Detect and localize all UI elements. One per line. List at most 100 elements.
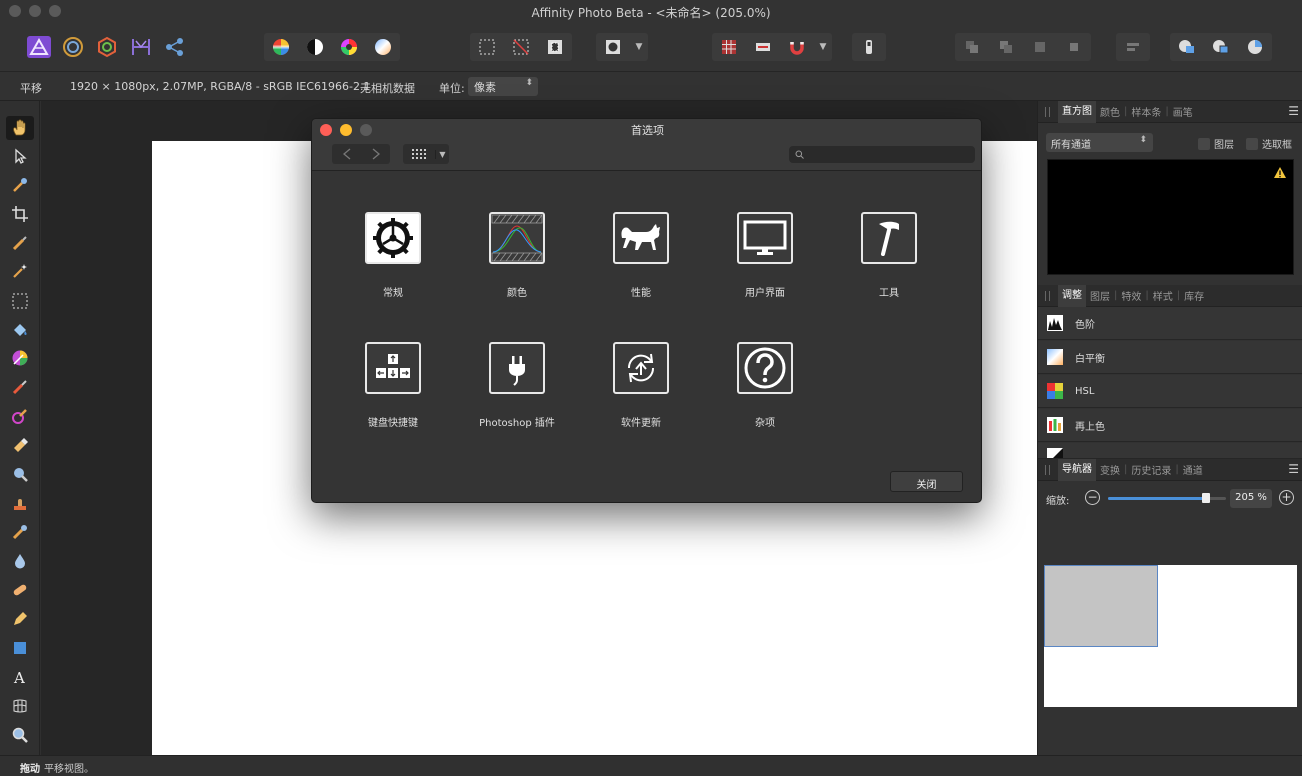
rectangle-tool[interactable] — [6, 636, 34, 660]
force-pixel-alignment-button[interactable] — [746, 33, 780, 61]
back-button[interactable] — [332, 144, 361, 164]
channel-select[interactable]: 所有通道 ⬍ — [1046, 133, 1153, 152]
navigator-view-rect[interactable] — [1044, 565, 1158, 647]
pref-software-update[interactable]: 软件更新 — [586, 342, 696, 429]
mesh-warp-tool[interactable] — [6, 694, 34, 718]
invert-selection-button[interactable] — [538, 33, 572, 61]
tab-history[interactable]: 历史记录 — [1127, 462, 1175, 477]
flood-fill-tool[interactable] — [6, 318, 34, 342]
navigator-preview[interactable] — [1044, 565, 1297, 707]
camera-info: 无相机数据 — [360, 82, 415, 95]
hsl-quick-button[interactable] — [332, 33, 366, 61]
blemish-removal-tool[interactable] — [6, 520, 34, 544]
pen-tool[interactable] — [6, 607, 34, 631]
zoom-slider[interactable] — [1108, 493, 1226, 503]
liquify-persona-button[interactable] — [56, 33, 90, 61]
blur-brush-tool[interactable] — [6, 549, 34, 573]
unit-select[interactable]: 像素 ⬍ — [468, 77, 538, 96]
move-tool[interactable] — [6, 144, 34, 168]
tab-swatches[interactable]: 样本条 — [1127, 104, 1165, 119]
pref-color[interactable]: 颜色 — [462, 212, 572, 299]
pref-general[interactable]: 常规 — [338, 212, 448, 299]
color-replacement-tool[interactable] — [6, 404, 34, 428]
tab-channels[interactable]: 通道 — [1179, 462, 1207, 477]
tab-effects[interactable]: 特效 — [1117, 288, 1145, 303]
pref-user-interface[interactable]: 用户界面 — [710, 212, 820, 299]
tab-transform[interactable]: 变换 — [1096, 462, 1124, 477]
add-shape-button[interactable] — [1170, 33, 1204, 61]
color-picker-tool[interactable] — [6, 173, 34, 197]
adjustment-item-hsl[interactable]: HSL — [1038, 375, 1302, 408]
quick-mask-button[interactable] — [596, 33, 630, 61]
tab-layers[interactable]: 图层 — [1086, 288, 1114, 303]
paint-brush-tool[interactable] — [6, 375, 34, 399]
zoom-tool[interactable] — [6, 723, 34, 747]
panel-grip-icon[interactable] — [1045, 107, 1050, 117]
adjustment-item-recolor[interactable]: 再上色 — [1038, 409, 1302, 442]
snapping-dropdown[interactable]: ▼ — [814, 33, 832, 61]
pref-keyboard-shortcuts[interactable]: 键盘快捷键 — [338, 342, 448, 429]
layer-checkbox[interactable]: 图层 — [1198, 136, 1234, 151]
clone-tool[interactable] — [6, 491, 34, 515]
gradient-tool[interactable] — [6, 346, 34, 370]
tab-styles[interactable]: 样式 — [1149, 288, 1177, 303]
marquee-tool[interactable] — [6, 289, 34, 313]
selection-checkbox[interactable]: 选取框 — [1246, 136, 1292, 151]
dialog-titlebar: 首选项 ▼ — [312, 119, 981, 171]
assistant-button[interactable] — [852, 33, 886, 61]
move-forward-button[interactable] — [1023, 33, 1057, 61]
tab-stock[interactable]: 库存 — [1180, 288, 1208, 303]
select-all-button[interactable] — [470, 33, 504, 61]
zoom-value-field[interactable]: 205 % — [1230, 489, 1272, 508]
dodge-tool[interactable] — [6, 462, 34, 486]
selection-brush-tool[interactable] — [6, 231, 34, 255]
hand-tool[interactable] — [6, 116, 34, 140]
tab-adjustment[interactable]: 调整 — [1058, 284, 1086, 307]
zoom-slider-knob[interactable] — [1201, 493, 1210, 503]
tab-color[interactable]: 颜色 — [1096, 104, 1124, 119]
preferences-search-input[interactable] — [789, 146, 975, 163]
adjustment-item-partial[interactable] — [1038, 443, 1302, 459]
tab-navigator[interactable]: 导航器 — [1058, 458, 1096, 481]
contrast-quick-button[interactable] — [298, 33, 332, 61]
subtract-shape-button[interactable] — [1204, 33, 1238, 61]
text-tool[interactable]: A — [6, 665, 34, 689]
flood-select-tool[interactable] — [6, 259, 34, 283]
pref-tools[interactable]: 工具 — [834, 212, 944, 299]
levels-quick-button[interactable] — [264, 33, 298, 61]
move-to-front-button[interactable] — [1057, 33, 1091, 61]
move-to-back-button[interactable] — [955, 33, 989, 61]
zoom-out-button[interactable]: − — [1085, 490, 1100, 505]
tab-histogram[interactable]: 直方图 — [1058, 100, 1096, 123]
adjustment-item-levels[interactable]: 色阶 — [1038, 307, 1302, 340]
panel-menu-icon[interactable]: ☰ — [1288, 104, 1299, 118]
panel-grip-icon[interactable] — [1045, 291, 1050, 301]
zoom-in-button[interactable]: + — [1279, 490, 1294, 505]
move-backward-button[interactable] — [989, 33, 1023, 61]
erase-tool[interactable] — [6, 433, 34, 457]
forward-button[interactable] — [361, 144, 390, 164]
photo-persona-button[interactable] — [22, 33, 56, 61]
pref-photoshop-plugins[interactable]: Photoshop 插件 — [462, 342, 572, 429]
patch-tool[interactable] — [6, 578, 34, 602]
adjustment-item-white-balance[interactable]: 白平衡 — [1038, 341, 1302, 374]
tab-brushes[interactable]: 画笔 — [1169, 104, 1197, 119]
show-all-button[interactable]: ▼ — [403, 144, 449, 164]
deselect-button[interactable] — [504, 33, 538, 61]
shape-intersect-icon — [1248, 40, 1262, 54]
white-balance-quick-button[interactable] — [366, 33, 400, 61]
intersect-shape-button[interactable] — [1238, 33, 1272, 61]
tone-mapping-persona-button[interactable] — [124, 33, 158, 61]
quick-mask-dropdown[interactable]: ▼ — [630, 33, 648, 61]
develop-persona-button[interactable] — [90, 33, 124, 61]
export-persona-button[interactable] — [158, 33, 192, 61]
panel-grip-icon[interactable] — [1045, 465, 1050, 475]
pref-miscellaneous[interactable]: 杂项 — [710, 342, 820, 429]
crop-tool[interactable] — [6, 202, 34, 226]
dialog-close-action-button[interactable]: 关闭 — [890, 471, 963, 492]
align-button[interactable] — [1116, 33, 1150, 61]
grid-toggle-button[interactable] — [712, 33, 746, 61]
pref-performance[interactable]: 性能 — [586, 212, 696, 299]
panel-menu-icon[interactable]: ☰ — [1288, 462, 1299, 476]
snapping-button[interactable] — [780, 33, 814, 61]
